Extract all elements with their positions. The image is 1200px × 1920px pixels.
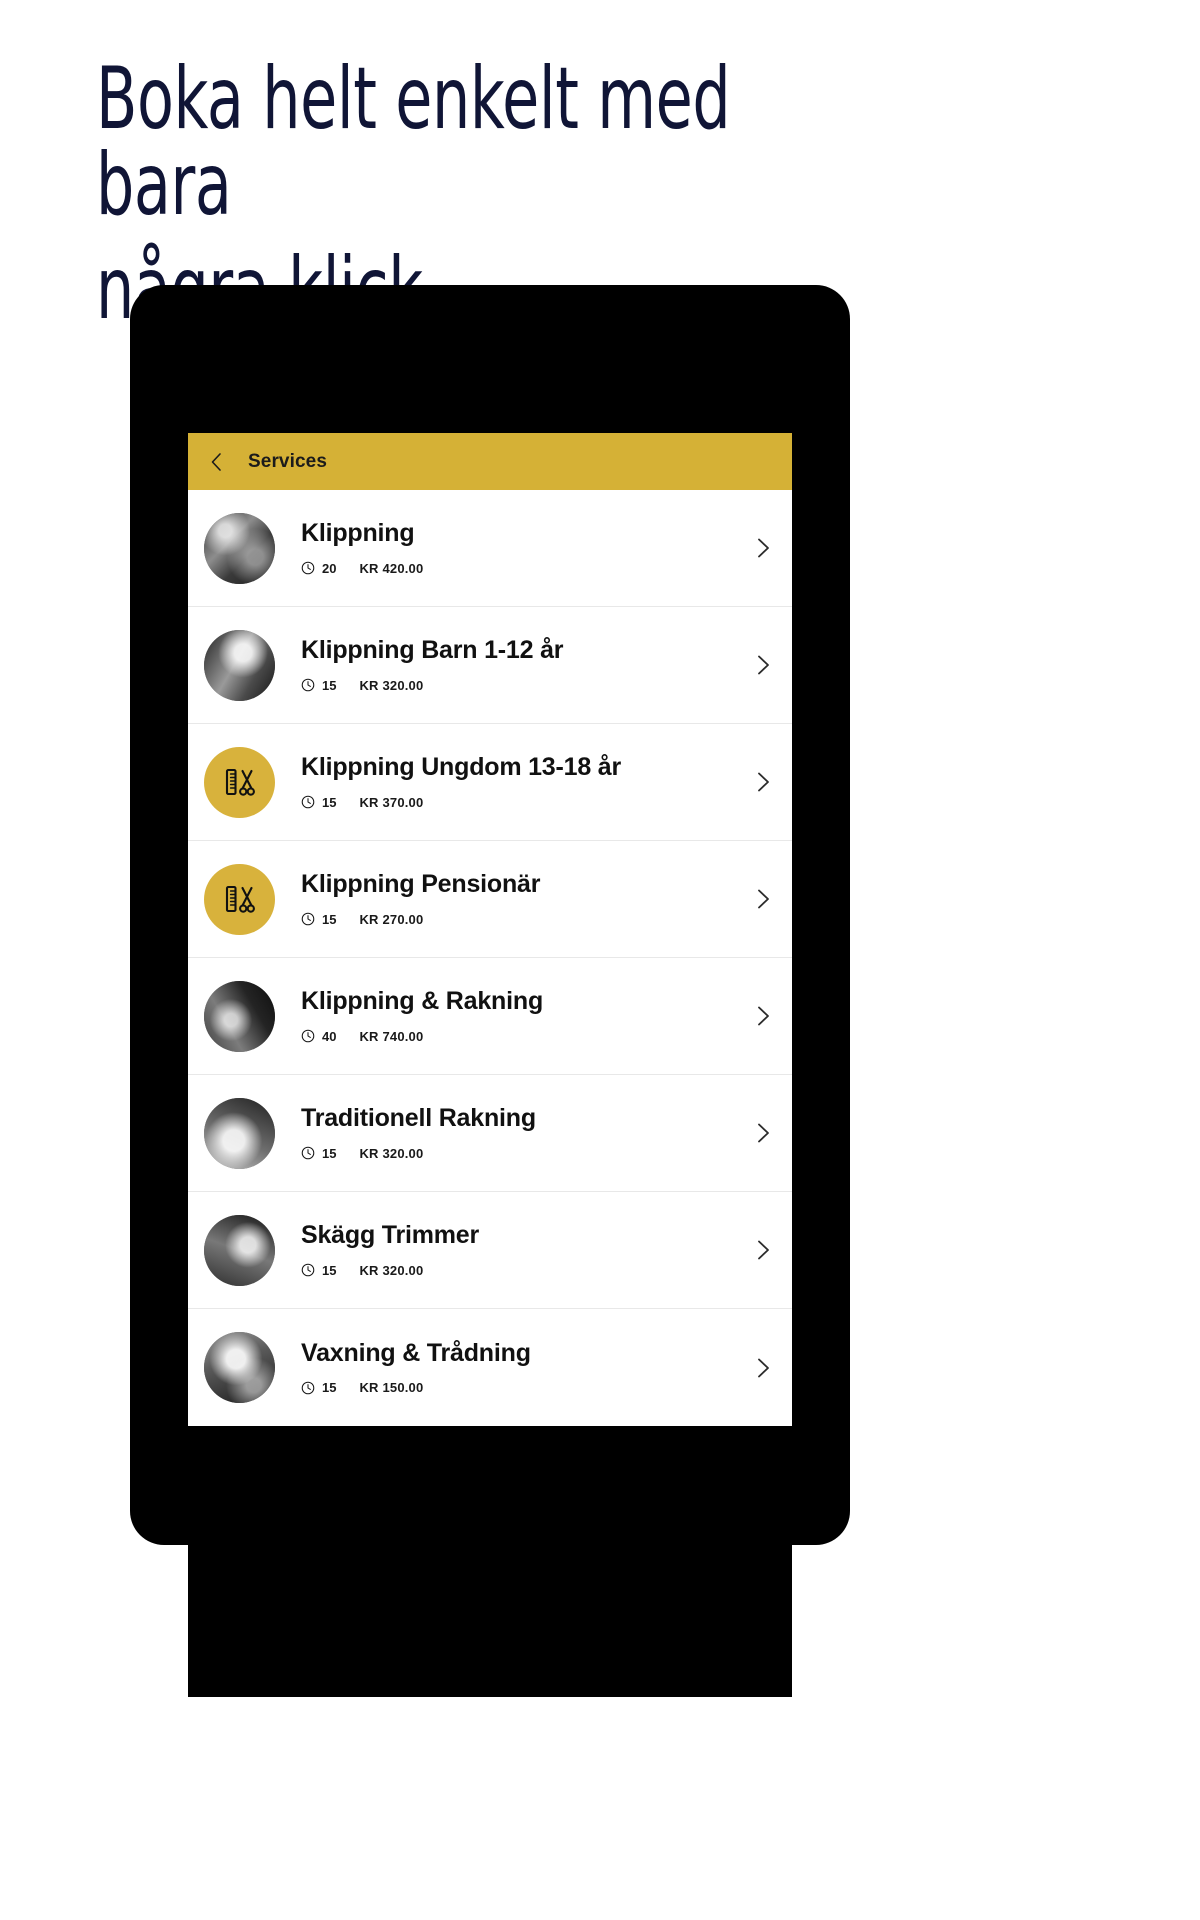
list-item[interactable]: Klippning Pensionär 15 KR 270.00 bbox=[188, 841, 792, 958]
service-name: Klippning bbox=[301, 519, 415, 548]
service-meta: 15 KR 320.00 bbox=[301, 1263, 738, 1278]
chevron-right-icon[interactable] bbox=[750, 1355, 776, 1381]
list-item[interactable]: Klippning Ungdom 13-18 år 15 KR 370.00 bbox=[188, 724, 792, 841]
app-header-title: Services bbox=[248, 450, 327, 472]
service-avatar bbox=[204, 1332, 275, 1403]
service-duration: 40 bbox=[322, 1028, 337, 1044]
chevron-right-icon[interactable] bbox=[750, 886, 776, 912]
service-price: KR 270.00 bbox=[359, 911, 424, 927]
clock-icon bbox=[301, 1381, 315, 1395]
service-duration: 15 bbox=[322, 794, 337, 810]
chevron-right-icon[interactable] bbox=[750, 1237, 776, 1263]
chevron-right-icon[interactable] bbox=[750, 652, 776, 678]
service-price: KR 370.00 bbox=[359, 794, 424, 810]
clock-icon bbox=[301, 795, 315, 809]
service-meta: 15 KR 150.00 bbox=[301, 1380, 738, 1395]
service-details: Vaxning & Trådning 15 KR 150.00 bbox=[301, 1338, 738, 1395]
service-avatar bbox=[204, 980, 275, 1052]
service-duration: 15 bbox=[322, 911, 337, 927]
chevron-right-icon[interactable] bbox=[750, 1120, 776, 1146]
clock-icon bbox=[301, 561, 315, 575]
service-details: Klippning 20 KR 420.00 bbox=[301, 520, 738, 576]
service-meta: 20 KR 420.00 bbox=[301, 561, 738, 576]
service-details: Klippning & Rakning 40 KR 740.00 bbox=[301, 988, 738, 1044]
service-name: Klippning Ungdom 13-18 år bbox=[301, 753, 622, 782]
list-item[interactable]: Klippning 20 KR 420.00 bbox=[188, 490, 792, 607]
service-price: KR 320.00 bbox=[359, 677, 424, 693]
list-item[interactable]: Klippning Barn 1-12 år 15 KR 320.00 bbox=[188, 607, 792, 724]
service-price: KR 320.00 bbox=[359, 1262, 424, 1278]
device-screen: Services Klippning 20 KR 420.00 Klippnin… bbox=[188, 433, 792, 1697]
service-meta: 40 KR 740.00 bbox=[301, 1029, 738, 1044]
service-avatar bbox=[204, 629, 275, 701]
service-meta: 15 KR 320.00 bbox=[301, 678, 738, 693]
comb-scissors-icon bbox=[204, 746, 275, 818]
service-duration: 15 bbox=[322, 677, 337, 693]
service-details: Klippning Pensionär 15 KR 270.00 bbox=[301, 871, 738, 927]
promo-page: Boka helt enkelt med bara några klick Se… bbox=[0, 0, 1200, 1920]
clock-icon bbox=[301, 1263, 315, 1277]
service-duration: 20 bbox=[322, 560, 337, 576]
service-duration: 15 bbox=[322, 1380, 337, 1396]
list-item[interactable]: Vaxning & Trådning 15 KR 150.00 bbox=[188, 1309, 792, 1426]
service-price: KR 150.00 bbox=[359, 1380, 424, 1396]
service-avatar bbox=[204, 1214, 275, 1286]
service-name: Skägg Trimmer bbox=[301, 1221, 480, 1250]
service-meta: 15 KR 320.00 bbox=[301, 1146, 738, 1161]
service-avatar bbox=[204, 1097, 275, 1169]
list-item[interactable]: Klippning & Rakning 40 KR 740.00 bbox=[188, 958, 792, 1075]
clock-icon bbox=[301, 678, 315, 692]
list-item[interactable]: Traditionell Rakning 15 KR 320.00 bbox=[188, 1075, 792, 1192]
service-details: Skägg Trimmer 15 KR 320.00 bbox=[301, 1222, 738, 1278]
chevron-right-icon[interactable] bbox=[750, 535, 776, 561]
headline-line-1: Boka helt enkelt med bara bbox=[96, 49, 731, 235]
service-meta: 15 KR 370.00 bbox=[301, 795, 738, 810]
service-name: Vaxning & Trådning bbox=[301, 1338, 531, 1367]
clock-icon bbox=[301, 1146, 315, 1160]
chevron-right-icon[interactable] bbox=[750, 769, 776, 795]
clock-icon bbox=[301, 1029, 315, 1043]
service-duration: 15 bbox=[322, 1262, 337, 1278]
list-item[interactable]: Skägg Trimmer 15 KR 320.00 bbox=[188, 1192, 792, 1309]
service-list: Klippning 20 KR 420.00 Klippning Barn 1-… bbox=[188, 490, 792, 1426]
service-avatar bbox=[204, 512, 275, 584]
service-name: Klippning & Rakning bbox=[301, 987, 544, 1016]
service-details: Traditionell Rakning 15 KR 320.00 bbox=[301, 1105, 738, 1161]
service-meta: 15 KR 270.00 bbox=[301, 912, 738, 927]
chevron-left-icon[interactable] bbox=[206, 451, 228, 473]
service-price: KR 740.00 bbox=[359, 1028, 424, 1044]
service-details: Klippning Barn 1-12 år 15 KR 320.00 bbox=[301, 637, 738, 693]
service-details: Klippning Ungdom 13-18 år 15 KR 370.00 bbox=[301, 754, 738, 810]
comb-scissors-icon bbox=[204, 863, 275, 935]
service-price: KR 420.00 bbox=[359, 560, 424, 576]
service-price: KR 320.00 bbox=[359, 1145, 424, 1161]
service-name: Traditionell Rakning bbox=[301, 1104, 536, 1133]
chevron-right-icon[interactable] bbox=[750, 1003, 776, 1029]
service-duration: 15 bbox=[322, 1145, 337, 1161]
app-header: Services bbox=[188, 433, 792, 490]
clock-icon bbox=[301, 912, 315, 926]
service-name: Klippning Barn 1-12 år bbox=[301, 636, 564, 665]
service-name: Klippning Pensionär bbox=[301, 870, 541, 899]
